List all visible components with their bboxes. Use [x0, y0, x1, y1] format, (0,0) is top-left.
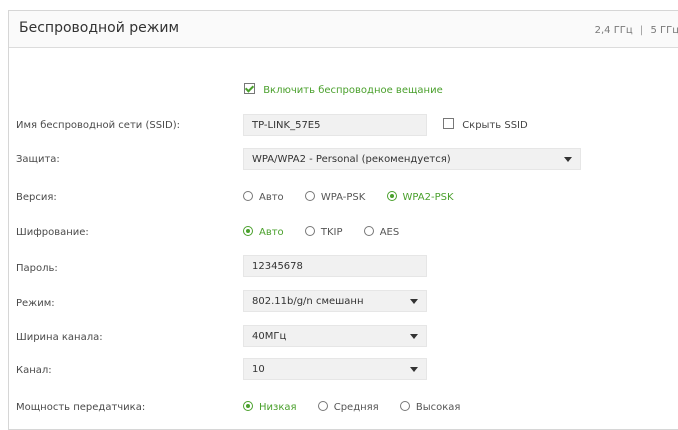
tx-power-option-label: Низкая [259, 402, 297, 413]
enable-wireless-checkbox[interactable]: Включить беспроводное вещание [244, 83, 443, 96]
encryption-option-label: Авто [259, 227, 284, 238]
tx-power-option-label: Высокая [415, 402, 461, 413]
encryption-radio-group: Авто TKIP AES [243, 226, 417, 238]
chevron-down-icon [410, 334, 418, 339]
band-switcher: 2,4 ГГц | 5 ГГц [595, 25, 678, 36]
panel-header: Беспроводной режим 2,4 ГГц | 5 ГГц [9, 11, 678, 48]
band-24ghz-link[interactable]: 2,4 ГГц [595, 25, 633, 36]
radio-icon [304, 226, 315, 236]
ssid-input[interactable]: TP-LINK_57E5 [243, 114, 427, 136]
security-label: Защита: [16, 154, 60, 165]
encryption-option-label: TKIP [320, 227, 343, 238]
security-value: WPA/WPA2 - Personal (рекомендуется) [252, 154, 451, 165]
tx-power-option-medium[interactable]: Средняя [317, 401, 379, 413]
ssid-label: Имя беспроводной сети (SSID): [16, 120, 180, 131]
version-option-label: WPA-PSK [320, 192, 366, 203]
password-label: Пароль: [16, 263, 58, 274]
channel-width-select[interactable]: 40МГц [243, 325, 427, 347]
enable-wireless-label: Включить беспроводное вещание [263, 85, 443, 96]
encryption-label: Шифрование: [16, 227, 89, 238]
tx-power-label: Мощность передатчика: [16, 402, 146, 413]
mode-select[interactable]: 802.11b/g/n смешанн [243, 290, 427, 312]
version-option-auto[interactable]: Авто [243, 191, 284, 203]
checkbox-icon [443, 118, 454, 129]
band-separator: | [639, 25, 644, 36]
password-input[interactable]: 12345678 [243, 255, 427, 277]
chevron-down-icon [410, 299, 418, 304]
channel-width-value: 40МГц [252, 331, 287, 342]
version-label: Версия: [16, 192, 57, 203]
version-radio-group: Авто WPA-PSK WPA2-PSK [243, 191, 472, 203]
radio-icon [317, 401, 328, 411]
version-option-wpa2-psk[interactable]: WPA2-PSK [386, 191, 454, 203]
encryption-option-tkip[interactable]: TKIP [304, 226, 343, 238]
chevron-down-icon [410, 367, 418, 372]
version-option-label: Авто [259, 192, 284, 203]
hide-ssid-checkbox[interactable]: Скрыть SSID [443, 118, 528, 131]
radio-icon [243, 191, 253, 201]
channel-value: 10 [252, 364, 265, 375]
radio-icon [399, 401, 410, 411]
radio-icon [304, 191, 315, 201]
mode-label: Режим: [16, 298, 55, 309]
encryption-option-aes[interactable]: AES [363, 226, 400, 238]
version-option-label: WPA2-PSK [402, 192, 454, 203]
radio-icon [363, 226, 374, 236]
page-title: Беспроводной режим [19, 20, 180, 36]
encryption-row: Шифрование: Авто TKIP AES [0, 223, 678, 243]
version-option-wpa-psk[interactable]: WPA-PSK [304, 191, 366, 203]
checkbox-icon [244, 83, 255, 94]
radio-icon [243, 226, 253, 236]
band-5ghz-link[interactable]: 5 ГГц [650, 25, 678, 36]
channel-width-label: Ширина канала: [16, 332, 103, 343]
security-select[interactable]: WPA/WPA2 - Personal (рекомендуется) [243, 148, 581, 170]
mode-value: 802.11b/g/n смешанн [252, 296, 364, 307]
channel-select[interactable]: 10 [243, 358, 427, 380]
tx-power-option-high[interactable]: Высокая [399, 401, 461, 413]
tx-power-radio-group: Низкая Средняя Высокая [243, 401, 478, 413]
channel-label: Канал: [16, 365, 52, 376]
encryption-option-label: AES [379, 227, 400, 238]
radio-icon [386, 191, 397, 201]
encryption-option-auto[interactable]: Авто [243, 226, 284, 238]
chevron-down-icon [564, 157, 572, 162]
radio-icon [243, 401, 253, 411]
version-row: Версия: Авто WPA-PSK WPA2-PSK [0, 188, 678, 208]
tx-power-option-low[interactable]: Низкая [243, 401, 297, 413]
hide-ssid-label: Скрыть SSID [462, 120, 528, 131]
tx-power-option-label: Средняя [333, 402, 379, 413]
tx-power-row: Мощность передатчика: Низкая Средняя Выс… [0, 398, 678, 418]
